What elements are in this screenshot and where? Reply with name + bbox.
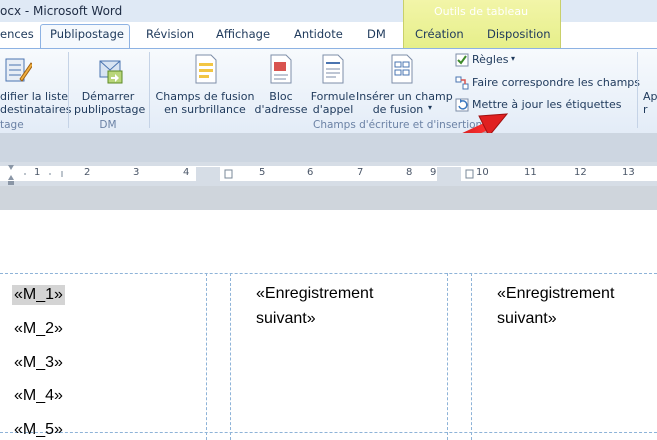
table-gridline: [0, 273, 657, 274]
address-block-button[interactable]: [268, 53, 294, 85]
highlight-fields-label-2: en surbrillance: [164, 103, 246, 116]
greeting-line-label-2: d'appel: [312, 103, 354, 116]
next-record-field-line2: suivant»: [497, 310, 557, 327]
chevron-down-icon: ▾: [511, 54, 516, 63]
tab-references[interactable]: ences: [0, 27, 34, 41]
table-gridline: [206, 273, 207, 440]
edit-recipients-label-2: destinataires: [0, 103, 72, 116]
address-block-label-1: Bloc: [269, 90, 293, 103]
window-title: ocx - Microsoft Word: [0, 4, 123, 18]
highlight-fields-icon: [195, 54, 217, 84]
group-separator: [149, 52, 150, 128]
insert-merge-field-button[interactable]: [389, 53, 415, 85]
next-record-field-line2: suivant»: [256, 310, 316, 327]
greeting-line-label-1: Formule: [310, 90, 356, 103]
tab-dm[interactable]: DM: [367, 27, 386, 41]
preview-button-label-1[interactable]: Ap: [643, 90, 657, 103]
group-label-start: tage: [0, 119, 24, 131]
start-merge-icon: [99, 60, 123, 84]
start-mail-merge-button[interactable]: [96, 55, 126, 85]
group-separator: [68, 52, 69, 128]
ruler-number: 13: [622, 167, 635, 178]
ruler-number: 1: [34, 167, 41, 178]
group-label-dm: DM: [99, 119, 117, 131]
rules-icon: [455, 53, 469, 67]
start-mail-merge-label-2: publipostage: [74, 103, 146, 116]
next-record-field-line1[interactable]: «Enregistrement: [497, 285, 614, 303]
group-separator: [637, 52, 638, 128]
document-page[interactable]: [0, 210, 657, 440]
greeting-line-icon: [322, 54, 344, 84]
rules-label: Règles: [472, 53, 509, 66]
ruler-number: 12: [574, 167, 587, 178]
document-gray-margin: [0, 186, 657, 210]
tab-publipostage[interactable]: Publipostage: [50, 27, 124, 41]
edit-recipients-label-1: difier la liste: [0, 90, 68, 103]
tab-revision[interactable]: Révision: [146, 27, 194, 41]
match-fields-label: Faire correspondre les champs: [472, 76, 640, 89]
ruler-number: 4: [183, 167, 190, 178]
ruler-markings: [8, 165, 474, 185]
ruler-number: 7: [357, 167, 364, 178]
contextual-tab-title: Outils de tableau: [433, 5, 529, 18]
ruler-number: 9: [430, 167, 437, 178]
merge-field[interactable]: «M_5»: [14, 421, 63, 439]
tab-creation[interactable]: Création: [415, 27, 464, 41]
highlight-merge-fields-button[interactable]: [193, 53, 219, 85]
merge-field[interactable]: «M_3»: [14, 354, 63, 372]
preview-button-label-2: r: [643, 103, 648, 116]
tab-affichage[interactable]: Affichage: [216, 27, 270, 41]
table-gridline: [0, 432, 657, 433]
ruler-number: 5: [259, 167, 266, 178]
address-block-icon: [270, 54, 292, 84]
merge-field[interactable]: «M_2»: [14, 320, 63, 338]
tab-antidote[interactable]: Antidote: [294, 27, 343, 41]
next-record-field-line1[interactable]: «Enregistrement: [256, 285, 373, 303]
address-block-label-2: d'adresse: [254, 103, 308, 116]
highlight-fields-label-1: Champs de fusion: [155, 90, 255, 103]
start-mail-merge-label-1: Démarrer: [81, 90, 135, 103]
merge-field-selected[interactable]: «M_1»: [12, 285, 65, 305]
ruler-number: 2: [84, 167, 91, 178]
match-fields-icon: [455, 76, 469, 90]
table-gridline: [471, 273, 472, 440]
table-gridline: [447, 273, 448, 440]
greeting-line-button[interactable]: [320, 53, 346, 85]
ruler-number: 6: [307, 167, 314, 178]
ruler-number: 3: [133, 167, 140, 178]
ruler-number: 11: [524, 167, 537, 178]
recipient-list-icon: [5, 58, 32, 82]
insert-field-icon: [391, 54, 413, 84]
edit-recipients-button[interactable]: [4, 55, 32, 85]
ribbon-document-gap: [0, 133, 657, 162]
ruler-number: 8: [406, 167, 413, 178]
tab-disposition[interactable]: Disposition: [487, 27, 551, 41]
table-gridline: [230, 273, 231, 440]
merge-field[interactable]: «M_4»: [14, 387, 63, 405]
insert-field-label-1: Insérer un champ: [356, 90, 453, 103]
ruler-number: 10: [476, 167, 489, 178]
